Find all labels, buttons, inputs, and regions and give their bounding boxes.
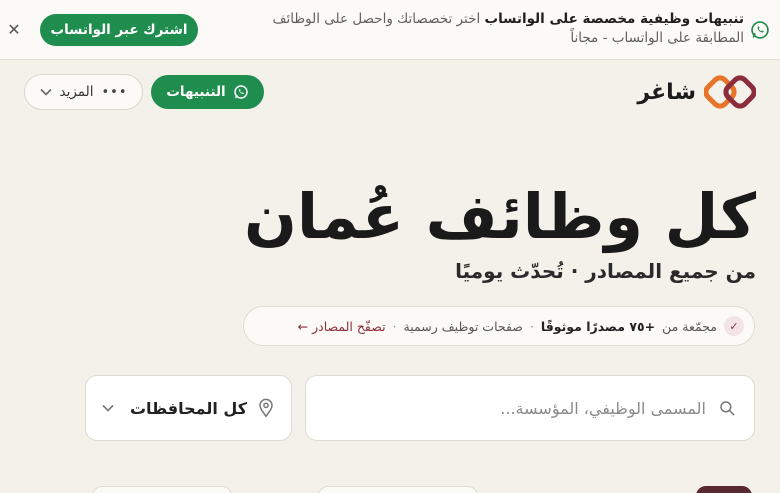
filter-chip[interactable] (318, 486, 478, 493)
promo-banner: تنبيهات وظيفية مخصصة على الواتساب اختر ت… (0, 0, 780, 60)
more-menu-label: المزيد (59, 84, 94, 100)
alerts-button-label: التنبيهات (166, 84, 226, 100)
more-dots-icon: ••• (101, 84, 128, 100)
subscribe-whatsapp-button[interactable]: اشترك عبر الواتساب (40, 14, 198, 46)
filter-chip[interactable] (696, 486, 752, 493)
search-input[interactable] (346, 398, 706, 418)
close-icon[interactable]: ✕ (6, 20, 22, 40)
logo-mark-icon (704, 75, 756, 109)
page-subtitle: من جميع المصادر · تُحدّث يوميًا (455, 259, 756, 283)
brand-logo[interactable]: شاغر (637, 74, 756, 110)
governorate-select[interactable]: كل المحافظات (85, 375, 292, 441)
sources-middle: صفحات توظيف رسمية (403, 318, 523, 334)
check-icon: ✓ (724, 316, 744, 336)
banner-headline: تنبيهات وظيفية مخصصة على الواتساب (484, 11, 744, 27)
filter-chip[interactable] (92, 486, 232, 493)
search-icon (720, 401, 735, 416)
job-search-box[interactable] (305, 375, 755, 441)
page-title: كل وظائف عُمان (243, 180, 756, 253)
whatsapp-icon (751, 21, 769, 39)
whatsapp-icon (233, 85, 248, 99)
brand-name: شاغر (637, 79, 696, 105)
chevron-down-icon (39, 86, 52, 99)
alerts-button[interactable]: التنبيهات (151, 75, 264, 109)
location-pin-icon (259, 398, 273, 418)
browse-sources-link[interactable]: تصفّح المصادر ← (298, 319, 386, 334)
governorate-label: كل المحافظات (129, 398, 247, 418)
chevron-down-icon (102, 404, 114, 412)
sources-prefix: مجمّعة من (662, 318, 717, 334)
separator-dot: · (529, 318, 534, 334)
banner-text: تنبيهات وظيفية مخصصة على الواتساب اختر ت… (254, 10, 744, 48)
sources-pill: ✓ مجمّعة من +٧٥ مصدرًا موثوقًا · صفحات ت… (243, 306, 755, 346)
sources-count: +٧٥ مصدرًا موثوقًا (540, 318, 656, 334)
more-menu-button[interactable]: ••• المزيد (24, 74, 143, 110)
separator-dot: · (392, 318, 397, 334)
